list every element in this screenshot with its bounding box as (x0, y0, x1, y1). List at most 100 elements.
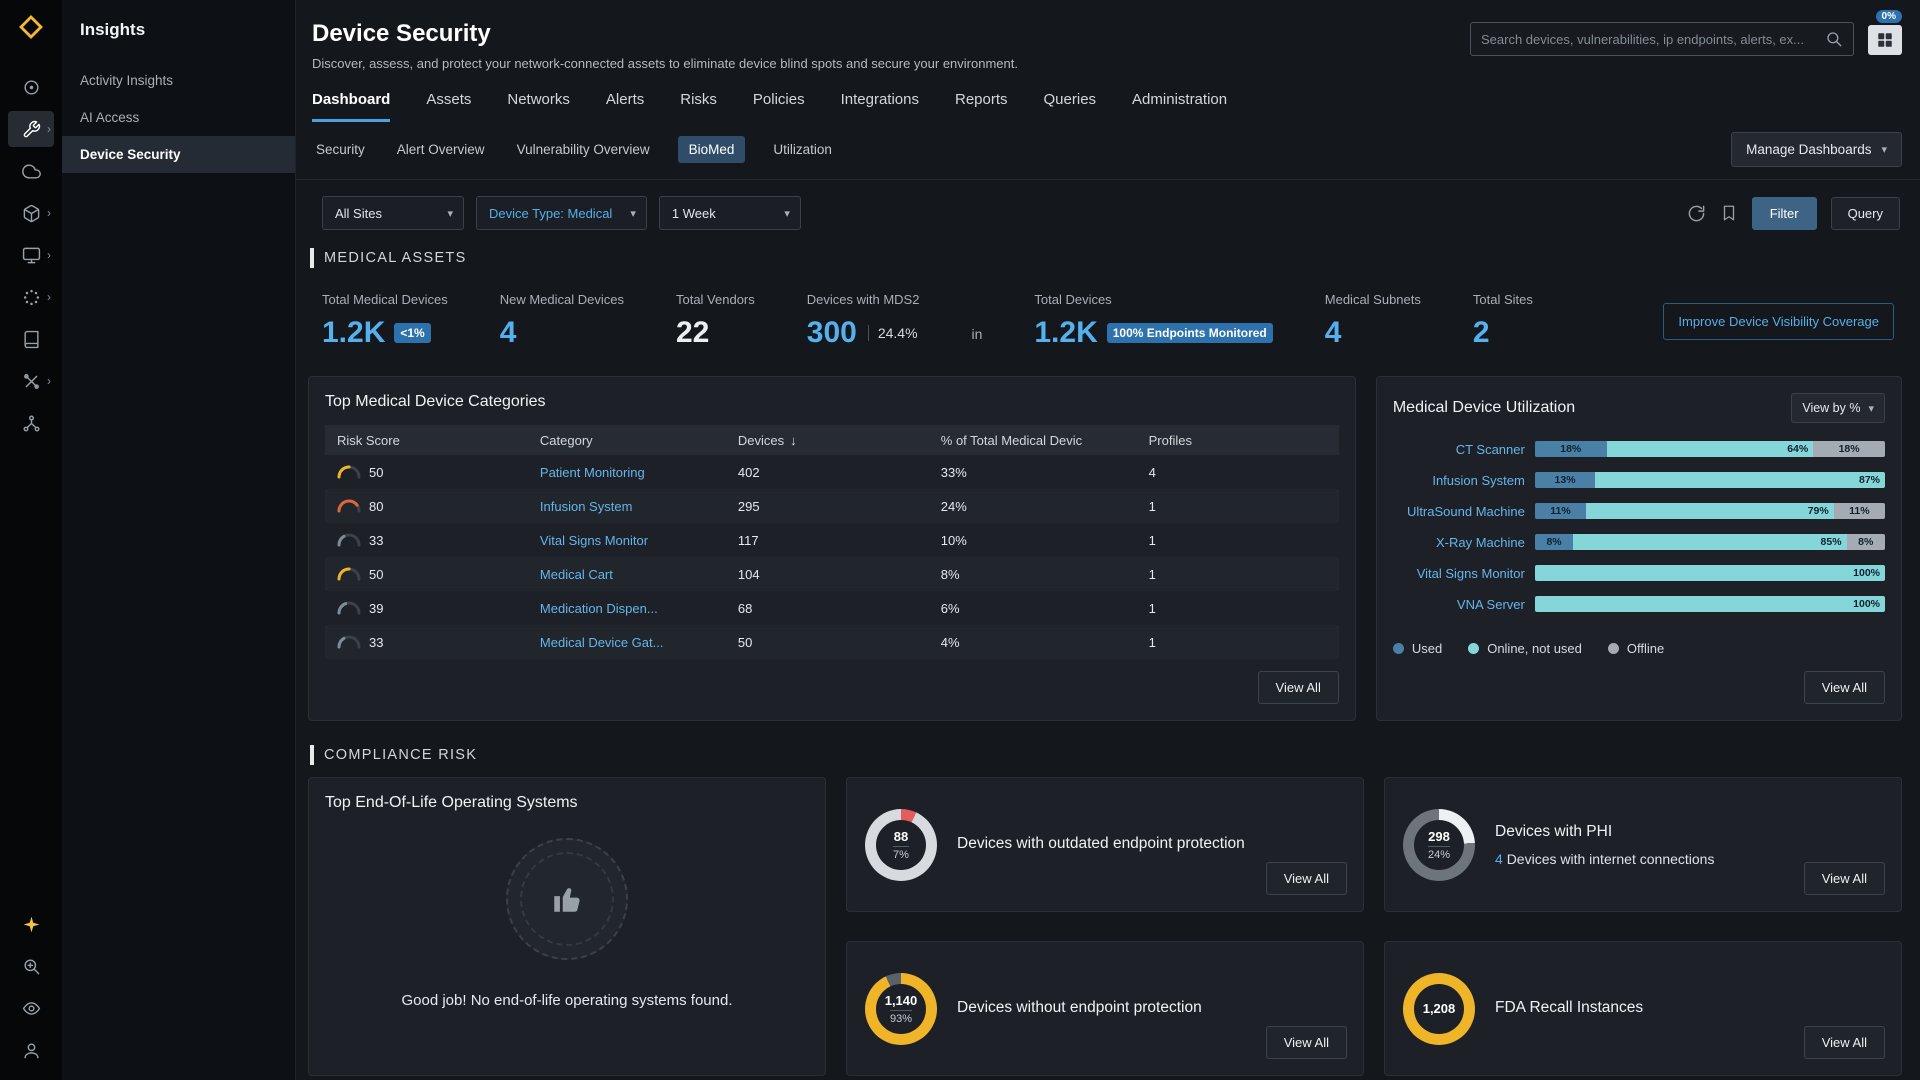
category-link[interactable]: Patient Monitoring (540, 465, 645, 480)
claroty-logo-icon[interactable] (18, 14, 44, 45)
manage-dashboards-button[interactable]: Manage Dashboards ▾ (1731, 132, 1902, 167)
bar-segment-online-not-used[interactable]: 64% (1607, 441, 1814, 457)
tab-administration[interactable]: Administration (1132, 91, 1227, 122)
subtab-vulnerability-overview[interactable]: Vulnerability Overview (513, 136, 654, 163)
column-header-risk-score[interactable]: Risk Score (337, 433, 540, 448)
sites-dropdown[interactable]: All Sites ▾ (322, 196, 464, 230)
wrench-icon[interactable]: › (8, 111, 54, 147)
category-link[interactable]: Medical Cart (540, 567, 613, 582)
bookmark-icon[interactable] (1720, 204, 1738, 222)
category-link[interactable]: Vital Signs Monitor (540, 533, 648, 548)
device-type-link[interactable]: UltraSound Machine (1393, 504, 1525, 519)
user-icon[interactable] (8, 1032, 54, 1068)
coverage-widget[interactable]: 0% (1868, 10, 1902, 55)
column-header-devices[interactable]: Devices↓ (738, 433, 941, 448)
tab-networks[interactable]: Networks (507, 91, 570, 122)
layers-icon[interactable]: › (8, 195, 54, 231)
column-header-profiles[interactable]: Profiles (1149, 433, 1327, 448)
device-type-link[interactable]: Vital Signs Monitor (1393, 566, 1525, 581)
monitor-icon[interactable]: › (8, 237, 54, 273)
bar-segment-offline[interactable]: 18% (1813, 441, 1885, 457)
stat-value[interactable]: 2 (1473, 316, 1490, 350)
view-all-button[interactable]: View All (1804, 862, 1885, 895)
category-link[interactable]: Medication Dispen... (540, 601, 658, 616)
column-header-of-total-medical-devic[interactable]: % of Total Medical Devic (941, 433, 1149, 448)
improve-visibility-button[interactable]: Improve Device Visibility Coverage (1663, 303, 1894, 340)
table-row[interactable]: 50Patient Monitoring40233%4 (325, 455, 1339, 489)
dotted-circle-icon[interactable]: › (8, 279, 54, 315)
global-search[interactable] (1470, 22, 1854, 56)
sidebar-item-activity-insights[interactable]: Activity Insights (62, 62, 295, 99)
view-all-button[interactable]: View All (1266, 862, 1347, 895)
subtab-alert-overview[interactable]: Alert Overview (393, 136, 489, 163)
search-plus-icon[interactable] (8, 948, 54, 984)
device-type-link[interactable]: X-Ray Machine (1393, 535, 1525, 550)
category-link[interactable]: Medical Device Gat... (540, 635, 664, 650)
tab-queries[interactable]: Queries (1044, 91, 1097, 122)
subtab-utilization[interactable]: Utilization (769, 136, 836, 163)
bar-segment-online-not-used[interactable]: 100% (1535, 596, 1885, 612)
tab-reports[interactable]: Reports (955, 91, 1008, 122)
table-row[interactable]: 33Medical Device Gat...504%1 (325, 625, 1339, 659)
tab-assets[interactable]: Assets (426, 91, 471, 122)
stat-value[interactable]: 300 (807, 316, 857, 350)
coverage-grid-icon[interactable] (1868, 25, 1902, 55)
subtab-security[interactable]: Security (312, 136, 369, 163)
device-type-link[interactable]: Infusion System (1393, 473, 1525, 488)
stat-value[interactable]: 4 (1325, 316, 1342, 350)
sort-descending-icon[interactable]: ↓ (790, 433, 797, 448)
table-row[interactable]: 50Medical Cart1048%1 (325, 557, 1339, 591)
bar-segment-online-not-used[interactable]: 87% (1595, 472, 1885, 488)
eye-icon[interactable] (8, 990, 54, 1026)
subtab-biomed[interactable]: BioMed (678, 136, 746, 163)
view-all-button[interactable]: View All (1804, 671, 1885, 704)
view-all-button[interactable]: View All (1258, 671, 1339, 704)
column-header-category[interactable]: Category (540, 433, 738, 448)
table-row[interactable]: 39Medication Dispen...686%1 (325, 591, 1339, 625)
sparkle-icon[interactable] (8, 906, 54, 942)
category-link[interactable]: Infusion System (540, 499, 633, 514)
stat-value[interactable]: 1.2K (322, 316, 385, 350)
search-input[interactable] (1481, 32, 1825, 47)
bar-segment-offline[interactable]: 8% (1847, 534, 1885, 550)
tab-integrations[interactable]: Integrations (841, 91, 919, 122)
bar-segment-online-not-used[interactable]: 100% (1535, 565, 1885, 581)
bar-segment-offline[interactable]: 11% (1834, 503, 1885, 519)
radar-icon[interactable] (8, 69, 54, 105)
device-type-link[interactable]: CT Scanner (1393, 442, 1525, 457)
cloud-icon[interactable] (8, 153, 54, 189)
device-type-link[interactable]: VNA Server (1393, 597, 1525, 612)
bar-segment-used[interactable]: 8% (1535, 534, 1573, 550)
view-all-button[interactable]: View All (1804, 1026, 1885, 1059)
stat-value[interactable]: 1.2K (1034, 316, 1097, 350)
view-by-dropdown[interactable]: View by % ▾ (1791, 393, 1885, 423)
view-all-button[interactable]: View All (1266, 1026, 1347, 1059)
filter-button[interactable]: Filter (1752, 197, 1817, 230)
bar-segment-used[interactable]: 13% (1535, 472, 1595, 488)
internet-connections-count[interactable]: 4 (1495, 851, 1503, 867)
tab-alerts[interactable]: Alerts (606, 91, 644, 122)
bar-segment-online-not-used[interactable]: 79% (1586, 503, 1834, 519)
book-icon[interactable] (8, 321, 54, 357)
stat-value[interactable]: 4 (500, 316, 517, 350)
tab-risks[interactable]: Risks (680, 91, 717, 122)
table-row[interactable]: 80Infusion System29524%1 (325, 489, 1339, 523)
sidebar-item-device-security[interactable]: Device Security (62, 136, 295, 173)
bar-segment-used[interactable]: 18% (1535, 441, 1607, 457)
network-icon[interactable] (8, 405, 54, 441)
refresh-icon[interactable] (1687, 204, 1706, 223)
table-row[interactable]: 33Vital Signs Monitor11710%1 (325, 523, 1339, 557)
tools-icon[interactable]: › (8, 363, 54, 399)
donut-value: 298 (1428, 829, 1450, 844)
query-button[interactable]: Query (1831, 197, 1900, 230)
search-icon[interactable] (1825, 30, 1843, 48)
tab-policies[interactable]: Policies (753, 91, 805, 122)
bar-segment-online-not-used[interactable]: 85% (1573, 534, 1846, 550)
stat-value[interactable]: 22 (676, 316, 709, 350)
sidebar-item-ai-access[interactable]: AI Access (62, 99, 295, 136)
tab-dashboard[interactable]: Dashboard (312, 91, 390, 122)
medical-assets-stats: Total Medical Devices1.2K<1%New Medical … (322, 292, 1894, 350)
device-type-dropdown[interactable]: Device Type: Medical ▾ (476, 196, 647, 230)
bar-segment-used[interactable]: 11% (1535, 503, 1586, 519)
time-range-dropdown[interactable]: 1 Week ▾ (659, 196, 801, 230)
